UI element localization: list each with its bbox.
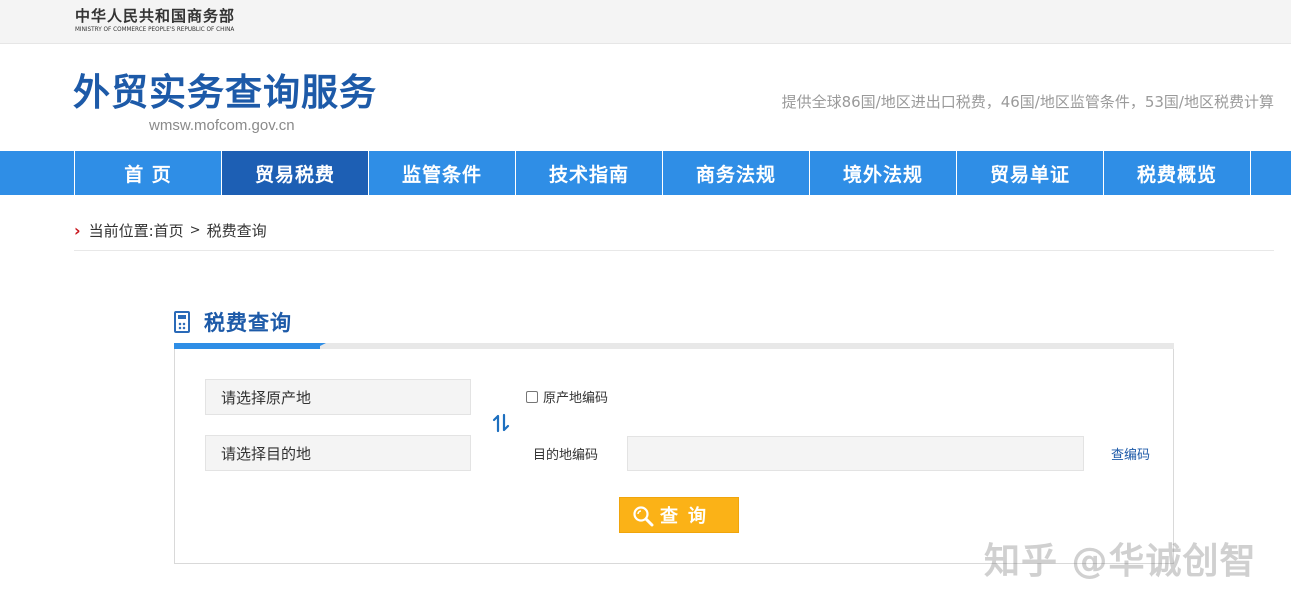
ministry-name-cn: 中华人民共和国商务部 <box>75 7 236 25</box>
nav-item-technical-guide[interactable]: 技术指南 <box>516 151 663 195</box>
query-button[interactable]: 查询 <box>619 497 739 533</box>
dest-code-input[interactable] <box>627 436 1084 471</box>
dest-code-label: 目的地编码 <box>533 448 599 463</box>
nav-item-trade-tax[interactable]: 贸易税费 <box>222 151 369 195</box>
origin-code-option[interactable]: 原产地编码 <box>526 387 608 406</box>
divider <box>74 250 1274 251</box>
breadcrumb-prefix: 当前位置: <box>88 221 154 240</box>
ministry-logo[interactable]: 中华人民共和国商务部 MINISTRY OF COMMERCE PEOPLE'S… <box>75 7 243 34</box>
nav-item-home[interactable]: 首 页 <box>75 151 222 195</box>
breadcrumb-separator: > <box>189 222 201 238</box>
query-button-label: 查询 <box>660 506 716 527</box>
destination-select[interactable]: 请选择目的地 <box>205 435 471 471</box>
destination-select-placeholder: 请选择目的地 <box>221 444 312 463</box>
main-nav: 首 页 贸易税费 监管条件 技术指南 商务法规 境外法规 贸易单证 税费概览 <box>0 151 1291 195</box>
nav-item-foreign-law[interactable]: 境外法规 <box>810 151 957 195</box>
nav-items: 首 页 贸易税费 监管条件 技术指南 商务法规 境外法规 贸易单证 税费概览 <box>74 151 1251 195</box>
origin-select[interactable]: 请选择原产地 <box>205 379 471 415</box>
top-bar: 中华人民共和国商务部 MINISTRY OF COMMERCE PEOPLE'S… <box>0 0 1291 44</box>
origin-select-placeholder: 请选择原产地 <box>221 388 312 407</box>
nav-item-commerce-law[interactable]: 商务法规 <box>663 151 810 195</box>
chevron-right-icon: › <box>74 220 81 240</box>
breadcrumb-current: 税费查询 <box>206 221 267 240</box>
origin-code-checkbox[interactable] <box>526 390 538 403</box>
site-slogan: 提供全球86国/地区进出口税费，46国/地区监管条件，53国/地区税费计算 <box>781 93 1274 111</box>
nav-item-trade-documents[interactable]: 贸易单证 <box>957 151 1104 195</box>
breadcrumb-home-link[interactable]: 首页 <box>154 220 184 241</box>
nav-item-tax-overview[interactable]: 税费概览 <box>1104 151 1251 195</box>
section-header: 税费查询 <box>174 307 292 337</box>
site-domain: wmsw.mofcom.gov.cn <box>149 117 295 134</box>
ministry-name-en: MINISTRY OF COMMERCE PEOPLE'S REPUBLIC O… <box>75 26 235 33</box>
origin-code-label: 原产地编码 <box>543 391 609 406</box>
lookup-code-link[interactable]: 查编码 <box>1111 444 1150 463</box>
nav-item-regulatory-conditions[interactable]: 监管条件 <box>369 151 516 195</box>
swap-icon[interactable] <box>490 412 512 434</box>
site-title[interactable]: 外贸实务查询服务 <box>73 70 377 116</box>
panel-tab-indicator <box>174 343 320 349</box>
section-title: 税费查询 <box>204 311 292 335</box>
calculator-icon <box>174 311 190 333</box>
panel-tab-tip <box>314 343 326 349</box>
breadcrumb: › 当前位置: 首页 > 税费查询 <box>74 220 267 240</box>
search-icon <box>633 506 654 527</box>
watermark: 知乎 @华诚创智 <box>984 541 1257 582</box>
